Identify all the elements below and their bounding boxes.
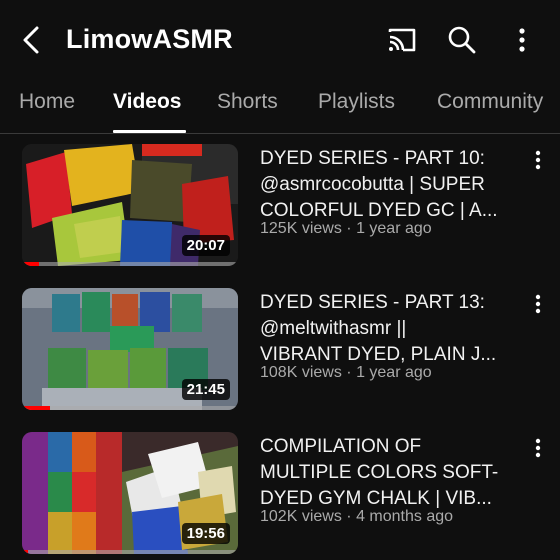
video-meta: 125K views · 1 year ago [260,220,432,238]
view-count: 108K views [260,364,342,381]
video-thumbnail[interactable]: 19:56 [22,432,238,554]
watch-progress-bar [22,262,238,266]
video-more-icon[interactable] [526,436,550,460]
search-icon[interactable] [444,22,480,58]
watch-progress-fill [22,406,51,410]
meta-separator: · [346,508,352,525]
tab-playlists[interactable]: Playlists [318,90,395,114]
tab-community[interactable]: Community [437,90,543,114]
watch-progress-fill [22,262,40,266]
video-title[interactable]: DYED SERIES - PART 13: @meltwithasmr || … [260,290,522,368]
upload-age: 1 year ago [356,364,432,381]
watch-progress-fill [22,550,29,554]
video-duration: 21:45 [181,379,230,400]
video-title-line: COMPILATION OF [260,436,422,457]
video-title-line: DYED SERIES - PART 10: [260,148,485,169]
video-title-line: DYED SERIES - PART 13: [260,292,485,313]
tab-shorts[interactable]: Shorts [217,90,278,114]
video-title-line: MULTIPLE COLORS SOFT- [260,462,499,483]
cast-icon[interactable] [384,22,420,58]
video-title[interactable]: COMPILATION OF MULTIPLE COLORS SOFT- DYE… [260,434,522,512]
meta-separator: · [346,364,352,381]
video-duration: 20:07 [181,235,230,256]
upload-age: 1 year ago [356,220,432,237]
meta-separator: · [346,220,352,237]
video-duration: 19:56 [181,523,230,544]
video-list-item[interactable]: 19:56 COMPILATION OF MULTIPLE COLORS SOF… [0,432,560,558]
video-title-line: @asmrcocobutta | SUPER [260,174,485,195]
tab-home[interactable]: Home [19,90,75,114]
top-app-bar: LimowASMR [0,0,560,80]
more-vert-icon[interactable] [504,22,540,58]
video-thumbnail[interactable]: 20:07 [22,144,238,266]
tab-videos[interactable]: Videos [113,90,181,114]
channel-tabs: Home Videos Shorts Playlists Community [0,80,560,134]
watch-progress-bar [22,406,238,410]
view-count: 102K views [260,508,342,525]
video-title-line: @meltwithasmr || [260,318,407,339]
video-meta: 108K views · 1 year ago [260,364,432,382]
video-thumbnail[interactable]: 21:45 [22,288,238,410]
video-more-icon[interactable] [526,148,550,172]
video-list-item[interactable]: 21:45 DYED SERIES - PART 13: @meltwithas… [0,288,560,414]
watch-progress-bar [22,550,238,554]
video-title[interactable]: DYED SERIES - PART 10: @asmrcocobutta | … [260,146,522,224]
view-count: 125K views [260,220,342,237]
video-list-item[interactable]: 20:07 DYED SERIES - PART 10: @asmrcocobu… [0,144,560,270]
channel-title: LimowASMR [66,24,233,54]
video-meta: 102K views · 4 months ago [260,508,453,526]
upload-age: 4 months ago [356,508,454,525]
video-more-icon[interactable] [526,292,550,316]
active-tab-indicator [113,130,186,133]
back-arrow-icon[interactable] [18,22,46,58]
